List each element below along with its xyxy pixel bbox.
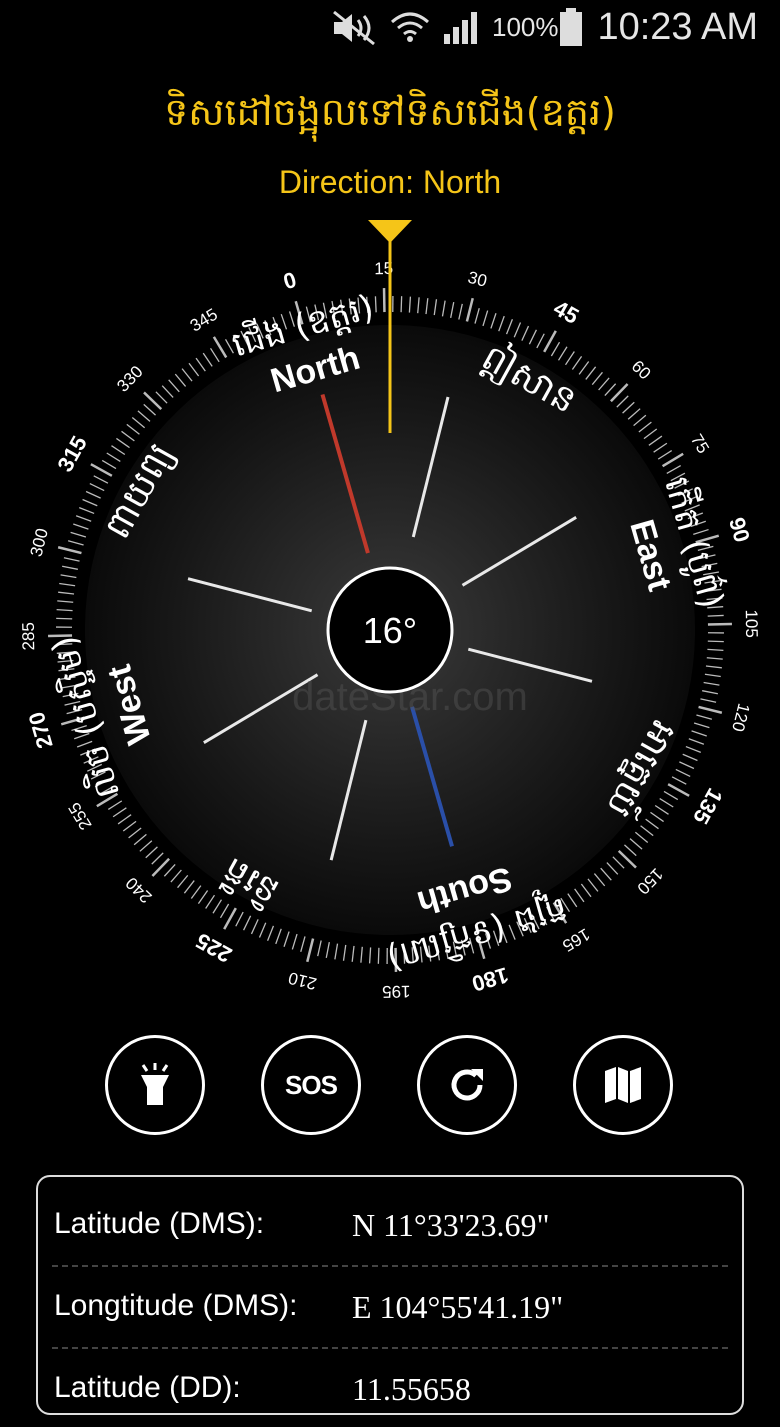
status-bar: 100% 10:23 AM: [0, 0, 780, 56]
refresh-icon: [451, 1069, 483, 1101]
map-icon: [605, 1067, 641, 1103]
mute-icon: [333, 10, 375, 46]
direction-label: Direction: North: [278, 164, 502, 200]
khmer-title: ទិសដៅចង្អុលទៅទិសជើង(ឧត្តរ): [164, 90, 616, 134]
degree-label: 90: [724, 515, 755, 545]
sos-button[interactable]: SOS: [261, 1035, 361, 1135]
degree-label: 0: [280, 267, 299, 294]
degree-label: 105: [742, 609, 761, 638]
latitude-dd-value: 11.55658: [352, 1371, 471, 1407]
degree-label: 120: [728, 701, 753, 733]
flashlight-button[interactable]: [105, 1035, 205, 1135]
latitude-dd-label: Latitude (DD):: [54, 1371, 241, 1404]
status-clock: 10:23 AM: [597, 6, 758, 48]
longitude-dms-value: E 104°55'41.19": [352, 1289, 564, 1325]
longitude-dms-row: Longtitude (DMS): E 104°55'41.19": [54, 1263, 726, 1345]
degree-label: 300: [27, 526, 52, 558]
battery-icon: [560, 8, 582, 46]
signal-icon: [444, 12, 477, 44]
degree-label: 285: [19, 622, 38, 651]
latitude-dd-row: Latitude (DD): 11.55658: [54, 1345, 726, 1427]
longitude-dms-label: Longtitude (DMS):: [54, 1289, 298, 1322]
degree-label: 30: [466, 268, 489, 291]
action-buttons: SOS: [0, 1035, 780, 1141]
battery-percent: 100%: [492, 12, 559, 42]
flashlight-icon: [141, 1063, 169, 1105]
latitude-dms-row: Latitude (DMS): N 11°33'23.69": [54, 1181, 726, 1263]
sos-label: SOS: [285, 1069, 338, 1100]
wifi-icon: [391, 12, 429, 42]
refresh-button[interactable]: [417, 1035, 517, 1135]
map-button[interactable]: [573, 1035, 673, 1135]
degree-label: 195: [382, 982, 411, 1001]
compass-dial: 0 15 3045607590105120135150165180195210225…: [19, 220, 761, 1001]
latitude-dms-value: N 11°33'23.69": [352, 1207, 550, 1243]
heading-value: 16°: [363, 610, 417, 651]
degree-label: 210: [286, 968, 318, 993]
latitude-dms-label: Latitude (DMS):: [54, 1207, 265, 1240]
location-info-panel: Latitude (DMS): N 11°33'23.69" Longtitud…: [36, 1175, 744, 1415]
